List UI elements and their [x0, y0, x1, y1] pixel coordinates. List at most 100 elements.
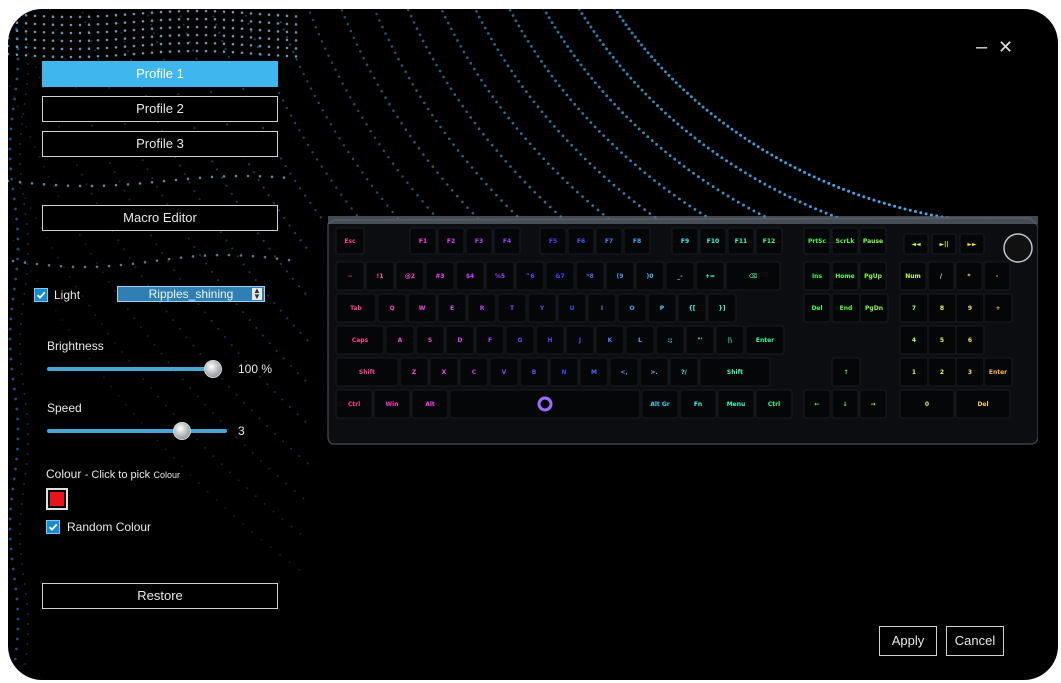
- key: }]: [707, 293, 737, 323]
- key-label: +: [995, 305, 1000, 312]
- restore-button[interactable]: Restore: [42, 583, 278, 609]
- light-effect-select[interactable]: Ripples_shining ▲ ▼: [117, 286, 265, 302]
- space-bar: [449, 389, 641, 419]
- key: ←: [803, 389, 831, 419]
- key: N: [549, 357, 579, 387]
- key-label: G: [518, 337, 523, 344]
- key: Enter: [745, 325, 785, 355]
- key: F5: [539, 227, 567, 255]
- key: Fn: [679, 389, 717, 419]
- key-label: Num: [905, 273, 921, 280]
- key-label: F3: [475, 238, 483, 245]
- volume-knob: [1003, 233, 1033, 263]
- light-checkbox[interactable]: [34, 288, 48, 302]
- key: Caps: [335, 325, 385, 355]
- apply-button[interactable]: Apply: [879, 626, 937, 656]
- key-label: Shift: [359, 369, 375, 376]
- key: F9: [671, 227, 699, 255]
- speed-value: 3: [238, 424, 245, 438]
- key-label: ?/: [681, 369, 687, 376]
- key: F1: [409, 227, 437, 255]
- colour-swatch[interactable]: [46, 488, 68, 510]
- key: 4: [899, 325, 929, 355]
- key: *: [955, 261, 983, 291]
- key: 9: [955, 293, 985, 323]
- cancel-button[interactable]: Cancel: [946, 626, 1004, 656]
- key: Esc: [335, 227, 365, 255]
- profile-2-button[interactable]: Profile 2: [42, 96, 278, 122]
- key: ↓: [831, 389, 859, 419]
- key: A: [385, 325, 415, 355]
- key-label: Fn: [694, 401, 702, 408]
- key: F8: [623, 227, 651, 255]
- brightness-label: Brightness: [47, 339, 104, 353]
- key-label: 9: [968, 305, 972, 312]
- key-label: F12: [763, 238, 775, 245]
- key-label: F8: [633, 238, 641, 245]
- key-label: ►||: [940, 241, 949, 248]
- brightness-slider-track[interactable]: [47, 367, 213, 371]
- key: $4: [455, 261, 485, 291]
- key: ►||: [931, 233, 957, 255]
- key: Home: [831, 261, 859, 291]
- key: P: [647, 293, 677, 323]
- key-label: PrtSc: [808, 238, 827, 245]
- random-colour-label: Random Colour: [67, 520, 152, 534]
- key-label: 2: [940, 369, 944, 376]
- key-label: F7: [605, 238, 613, 245]
- key-label: F10: [707, 238, 719, 245]
- key-label: F: [488, 337, 492, 344]
- key-label: →: [870, 401, 875, 408]
- key-label: Ins: [812, 273, 823, 280]
- key: G: [505, 325, 535, 355]
- brightness-slider-knob[interactable]: [204, 360, 222, 378]
- key-label: "': [698, 337, 703, 344]
- key-label: _-: [677, 273, 683, 280]
- key: :;: [655, 325, 685, 355]
- key: ⌫: [725, 261, 781, 291]
- key-label: *8: [586, 273, 593, 280]
- key-label: ⌫: [748, 273, 757, 280]
- key: -: [983, 261, 1011, 291]
- key-label: ScrLk: [836, 238, 856, 245]
- key: 3: [955, 357, 985, 387]
- key: Pause: [859, 227, 887, 255]
- key-label: C: [472, 369, 477, 376]
- minimize-icon[interactable]: –: [976, 37, 987, 57]
- profile-1-button[interactable]: Profile 1: [42, 61, 278, 87]
- colour-hint-small: Colour: [153, 470, 180, 480]
- key-label: :;: [668, 337, 673, 344]
- key: _-: [665, 261, 695, 291]
- colour-swatch-fill: [50, 492, 64, 506]
- key-label: W: [419, 305, 426, 312]
- key: J: [565, 325, 595, 355]
- close-icon[interactable]: ✕: [998, 37, 1013, 57]
- key: Y: [527, 293, 557, 323]
- key: %5: [485, 261, 515, 291]
- key-label: End: [840, 305, 853, 312]
- key-label: ^6: [525, 273, 534, 280]
- key: F4: [493, 227, 521, 255]
- colour-label: Colour: [46, 467, 82, 481]
- key: End: [831, 293, 861, 323]
- profile-3-button[interactable]: Profile 3: [42, 131, 278, 157]
- key-label: ~: [347, 273, 352, 280]
- random-colour-checkbox[interactable]: [46, 520, 60, 534]
- key-label: Z: [412, 369, 417, 376]
- speed-slider-track[interactable]: [47, 429, 227, 433]
- key-label: Ctrl: [348, 401, 360, 408]
- key-label: Ctrl: [768, 401, 780, 408]
- key-label: &7: [555, 273, 564, 280]
- key-label: F1: [419, 238, 427, 245]
- key: Win: [373, 389, 411, 419]
- key-label: F4: [503, 238, 511, 245]
- key: ?/: [669, 357, 699, 387]
- key-label: Shift: [727, 369, 743, 376]
- keyboard-top-edge: [328, 216, 1038, 224]
- key-label: PgUp: [864, 273, 883, 280]
- macro-editor-button[interactable]: Macro Editor: [42, 205, 278, 231]
- key: Del: [803, 293, 831, 323]
- speed-slider-knob[interactable]: [173, 422, 191, 440]
- key-label: Pause: [863, 238, 883, 245]
- key-label: ↓: [842, 401, 847, 408]
